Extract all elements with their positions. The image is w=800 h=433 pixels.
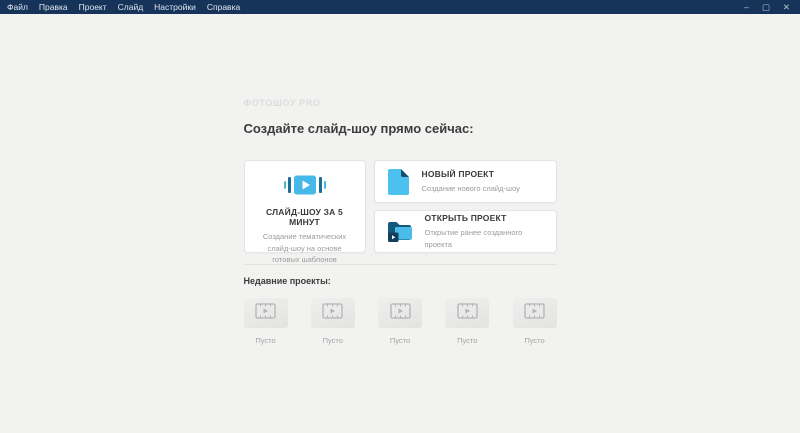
menu-item[interactable]: Проект xyxy=(79,2,107,12)
recent-project-slot[interactable]: Пусто xyxy=(513,298,557,345)
empty-thumbnail-label: Пусто xyxy=(445,336,489,345)
recent-project-slot[interactable]: Пусто xyxy=(311,298,355,345)
window-controls: – ▢ ✕ xyxy=(744,3,790,12)
page-title: Создайте слайд-шоу прямо сейчас: xyxy=(244,121,557,136)
recent-project-slot[interactable]: Пусто xyxy=(378,298,422,345)
menu-item[interactable]: Настройки xyxy=(154,2,196,12)
menubar: Файл Правка Проект Слайд Настройки Справка – … xyxy=(0,0,800,14)
menu-item[interactable]: Слайд xyxy=(118,2,144,12)
menu-item[interactable]: Файл xyxy=(7,2,28,12)
empty-thumbnail xyxy=(244,298,288,328)
recent-projects-label: Недавние проекты: xyxy=(244,276,557,286)
menu-items: Файл Правка Проект Слайд Настройки Справка xyxy=(7,2,240,12)
menu-item[interactable]: Правка xyxy=(39,2,68,12)
maximize-icon[interactable]: ▢ xyxy=(762,3,770,12)
menu-item[interactable]: Справка xyxy=(207,2,240,12)
card-subtitle: Открытие ранее созданного проекта xyxy=(425,227,544,250)
play-square-with-bars-icon xyxy=(284,174,326,196)
empty-thumbnail-label: Пусто xyxy=(513,336,557,345)
filmstrip-play-icon xyxy=(390,303,411,324)
action-cards: СЛАЙД-ШОУ ЗА 5 МИНУТ Создание тематическ… xyxy=(244,160,557,253)
empty-thumbnail-label: Пусто xyxy=(244,336,288,345)
recent-project-slot[interactable]: Пусто xyxy=(244,298,288,345)
recent-project-slot[interactable]: Пусто xyxy=(445,298,489,345)
card-new-project[interactable]: НОВЫЙ ПРОЕКТ Создание нового слайд-шоу xyxy=(374,160,557,203)
app-watermark: ФОТОШОУ PRO xyxy=(244,98,557,108)
card-title: НОВЫЙ ПРОЕКТ xyxy=(422,169,520,179)
minimize-icon[interactable]: – xyxy=(744,3,749,12)
card-slideshow-5min[interactable]: СЛАЙД-ШОУ ЗА 5 МИНУТ Создание тематическ… xyxy=(244,160,366,253)
filmstrip-play-icon xyxy=(322,303,343,324)
new-document-icon xyxy=(387,168,410,196)
card-title: ОТКРЫТЬ ПРОЕКТ xyxy=(425,213,544,223)
filmstrip-play-icon xyxy=(457,303,478,324)
empty-thumbnail-label: Пусто xyxy=(378,336,422,345)
card-subtitle: Создание нового слайд-шоу xyxy=(422,183,520,195)
card-subtitle: Создание тематических слайд-шоу на основ… xyxy=(254,231,356,266)
empty-thumbnail xyxy=(311,298,355,328)
empty-thumbnail xyxy=(445,298,489,328)
open-folder-icon xyxy=(387,219,413,244)
empty-thumbnail xyxy=(513,298,557,328)
empty-thumbnail xyxy=(378,298,422,328)
filmstrip-play-icon xyxy=(524,303,545,324)
close-icon[interactable]: ✕ xyxy=(783,3,790,12)
card-open-project[interactable]: ОТКРЫТЬ ПРОЕКТ Открытие ранее созданного… xyxy=(374,210,557,253)
card-title: СЛАЙД-ШОУ ЗА 5 МИНУТ xyxy=(254,207,356,227)
filmstrip-play-icon xyxy=(255,303,276,324)
recent-projects-row: Пусто xyxy=(244,298,557,345)
empty-thumbnail-label: Пусто xyxy=(311,336,355,345)
start-screen: ФОТОШОУ PRO Создайте слайд-шоу прямо сей… xyxy=(244,98,557,345)
right-cards-column: НОВЫЙ ПРОЕКТ Создание нового слайд-шоу О… xyxy=(374,160,557,253)
